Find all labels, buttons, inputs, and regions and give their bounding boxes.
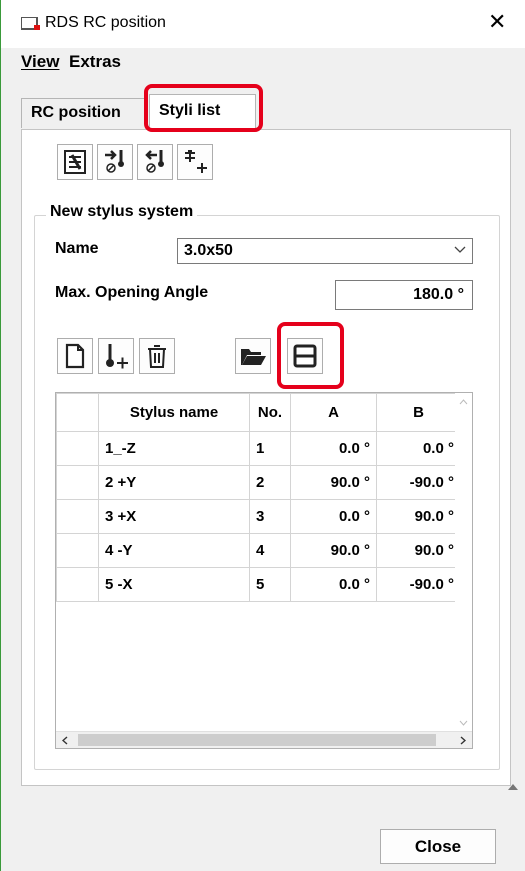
rc-position-window: RDS RC position ✕ View Extras RC positio… [0,0,525,871]
export-stylus-icon [145,150,164,173]
cell-b[interactable]: 0.0 ° [376,431,461,466]
table-row[interactable]: 1_-Z 1 0.0 ° 0.0 ° [56,431,461,466]
chevron-up-icon[interactable] [507,783,519,791]
table-row[interactable]: 4 -Y 4 90.0 ° 90.0 ° [56,533,461,568]
open-folder-icon [241,349,266,365]
scroll-down-icon [459,720,468,726]
table-row[interactable]: 3 +X 3 0.0 ° 90.0 ° [56,499,461,534]
cell-no[interactable]: 3 [249,499,291,534]
chevron-down-icon [454,246,466,253]
horizontal-scroll-thumb[interactable] [78,734,436,746]
open-button[interactable] [235,338,271,374]
table-row[interactable]: 5 -X 5 0.0 ° -90.0 ° [56,567,461,602]
title-bar: RDS RC position ✕ [1,0,525,48]
group-title: New stylus system [46,203,198,221]
cell-b[interactable]: -90.0 ° [376,465,461,500]
header-a[interactable]: A [290,393,377,432]
scroll-up-icon [459,399,468,405]
delete-icon [148,345,166,368]
vertical-scrollbar[interactable] [455,393,472,732]
cell-a[interactable]: 90.0 ° [290,533,377,568]
save-icon [293,344,317,368]
save-button[interactable] [287,338,323,374]
cell-a[interactable]: 0.0 ° [290,499,377,534]
delete-button[interactable] [139,338,175,374]
add-tree-icon [185,150,207,173]
cell-stylus-name[interactable]: 1_-Z [98,431,250,466]
menu-bar: View Extras [1,48,525,78]
header-b[interactable]: B [376,393,461,432]
styli-table: Stylus name No. A B 1_-Z 1 0.0 ° 0.0 ° 2… [56,393,461,602]
add-stylus-icon [106,344,128,369]
cell-a[interactable]: 0.0 ° [290,567,377,602]
tab-strip: RC position Styli list [21,94,511,130]
tab-rc-position[interactable]: RC position [21,98,147,128]
row-selector[interactable] [56,499,99,534]
cell-stylus-name[interactable]: 5 -X [98,567,250,602]
add-tree-button[interactable] [177,144,213,180]
cell-stylus-name[interactable]: 3 +X [98,499,250,534]
scroll-left-icon [62,736,68,745]
cell-b[interactable]: -90.0 ° [376,567,461,602]
row-selector[interactable] [56,567,99,602]
row-selector[interactable] [56,431,99,466]
cell-no[interactable]: 5 [249,567,291,602]
header-stylus-name[interactable]: Stylus name [98,393,250,432]
cell-no[interactable]: 2 [249,465,291,500]
name-combobox[interactable]: 3.0x50 [177,238,473,264]
new-document-icon [65,343,85,369]
cell-no[interactable]: 1 [249,431,291,466]
cell-b[interactable]: 90.0 ° [376,533,461,568]
name-value: 3.0x50 [184,242,233,259]
import-stylus-icon [105,150,124,173]
export-stylus-button[interactable] [137,144,173,180]
cell-a[interactable]: 0.0 ° [290,431,377,466]
menu-view[interactable]: View [21,52,59,72]
name-label: Name [55,240,99,257]
horizontal-scrollbar[interactable] [56,731,472,748]
cell-b[interactable]: 90.0 ° [376,499,461,534]
close-button[interactable]: Close [380,829,496,864]
styli-grid[interactable]: Stylus name No. A B 1_-Z 1 0.0 ° 0.0 ° 2… [55,392,473,749]
cell-no[interactable]: 4 [249,533,291,568]
header-no[interactable]: No. [249,393,291,432]
cell-stylus-name[interactable]: 4 -Y [98,533,250,568]
max-opening-angle-input[interactable]: 180.0 ° [335,280,473,310]
close-window-icon[interactable]: ✕ [488,11,506,33]
grid-header-row: Stylus name No. A B [56,393,461,432]
list-edit-icon [64,150,86,174]
new-button[interactable] [57,338,93,374]
tab-styli-list[interactable]: Styli list [149,94,256,130]
angle-label: Max. Opening Angle [55,284,209,301]
row-selector[interactable] [56,533,99,568]
add-stylus-button[interactable] [98,338,134,374]
row-selector[interactable] [56,465,99,500]
menu-extras[interactable]: Extras [69,52,121,72]
window-title: RDS RC position [45,14,166,31]
scroll-right-icon [460,736,466,745]
cell-stylus-name[interactable]: 2 +Y [98,465,250,500]
list-edit-button[interactable] [57,144,93,180]
cell-a[interactable]: 90.0 ° [290,465,377,500]
row-selector-header [56,393,99,432]
table-row[interactable]: 2 +Y 2 90.0 ° -90.0 ° [56,465,461,500]
app-icon [21,17,40,30]
import-stylus-button[interactable] [97,144,133,180]
